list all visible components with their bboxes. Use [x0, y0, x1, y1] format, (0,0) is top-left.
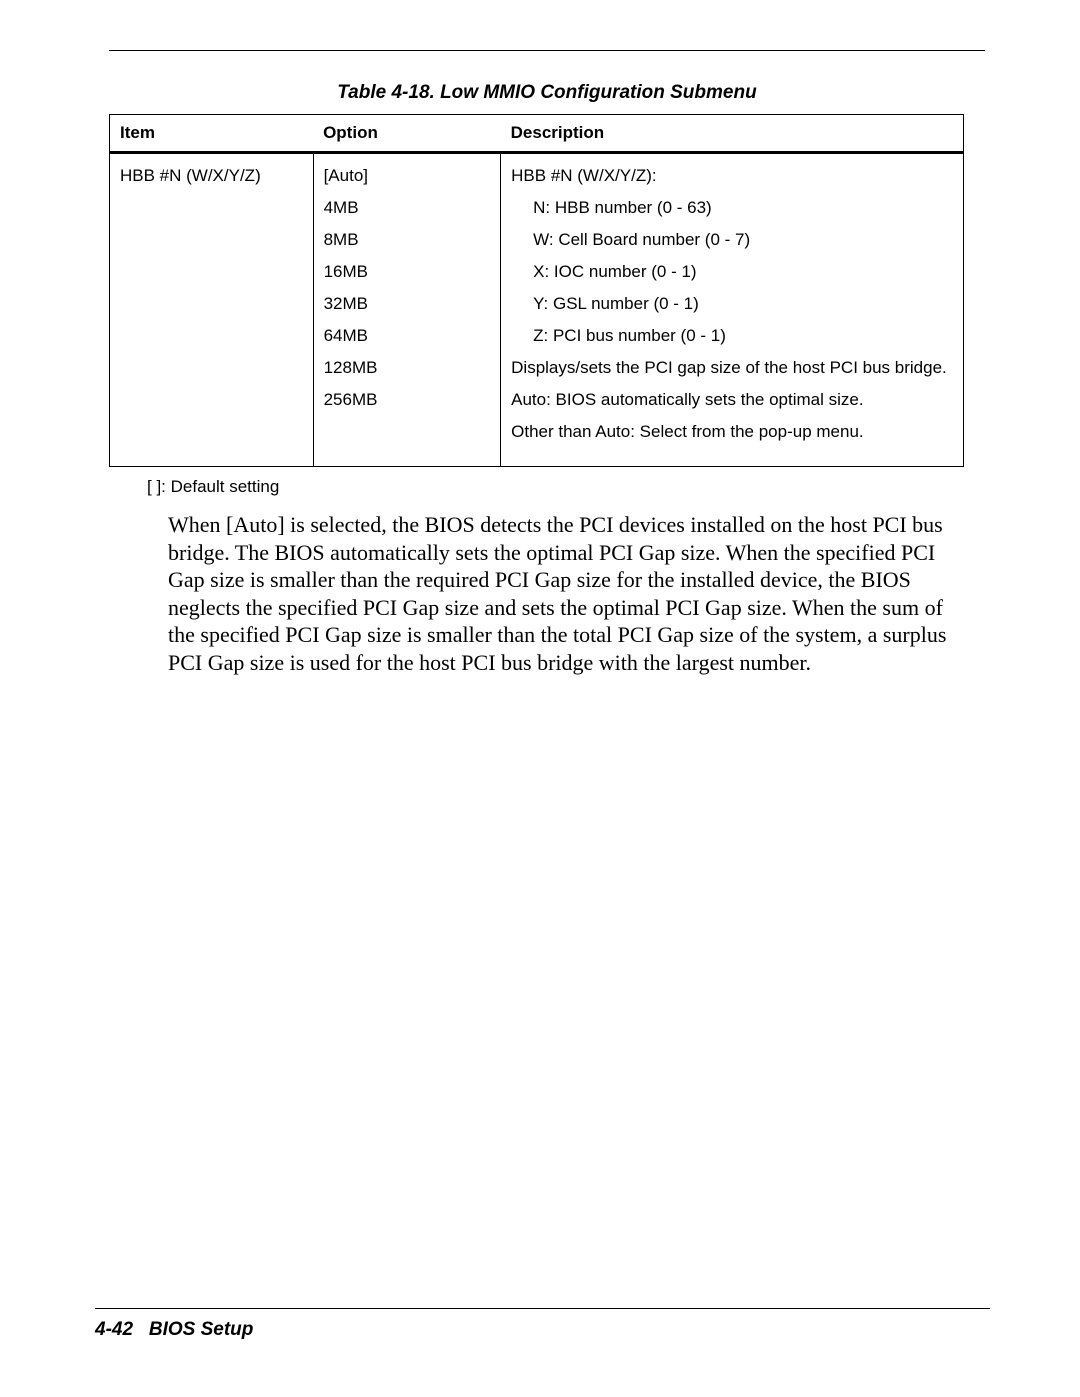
option-value: 128MB: [324, 358, 491, 378]
desc-line: Displays/sets the PCI gap size of the ho…: [511, 358, 953, 378]
desc-line: X: IOC number (0 - 1): [511, 262, 953, 282]
page-number: 4-42: [95, 1319, 133, 1340]
th-option: Option: [313, 115, 501, 153]
option-value: 4MB: [324, 198, 491, 218]
th-description: Description: [501, 115, 964, 153]
default-legend: [ ]: Default setting: [147, 477, 985, 497]
section-title: BIOS Setup: [149, 1319, 254, 1340]
option-value: 8MB: [324, 230, 491, 250]
body-paragraph: When [Auto] is selected, the BIOS detect…: [168, 511, 975, 676]
desc-line: N: HBB number (0 - 63): [511, 198, 953, 218]
option-value: 64MB: [324, 326, 491, 346]
desc-line: Other than Auto: Select from the pop-up …: [511, 422, 953, 442]
page-footer: 4-42 BIOS Setup: [95, 1308, 990, 1341]
desc-line: Z: PCI bus number (0 - 1): [511, 326, 953, 346]
option-value: 16MB: [324, 262, 491, 282]
table-title: Table 4-18. Low MMIO Configuration Subme…: [109, 82, 985, 104]
cell-description: HBB #N (W/X/Y/Z): N: HBB number (0 - 63)…: [501, 153, 964, 467]
config-table: Item Option Description HBB #N (W/X/Y/Z)…: [109, 114, 964, 467]
th-item: Item: [110, 115, 314, 153]
cell-option: [Auto] 4MB 8MB 16MB 32MB 64MB 128MB 256M…: [313, 153, 501, 467]
option-value: 32MB: [324, 294, 491, 314]
desc-line: W: Cell Board number (0 - 7): [511, 230, 953, 250]
desc-line: Y: GSL number (0 - 1): [511, 294, 953, 314]
option-value: [Auto]: [324, 166, 491, 186]
desc-line: HBB #N (W/X/Y/Z):: [511, 166, 953, 186]
cell-item: HBB #N (W/X/Y/Z): [110, 153, 314, 467]
option-value: 256MB: [324, 390, 491, 410]
desc-line: Auto: BIOS automatically sets the optima…: [511, 390, 953, 410]
